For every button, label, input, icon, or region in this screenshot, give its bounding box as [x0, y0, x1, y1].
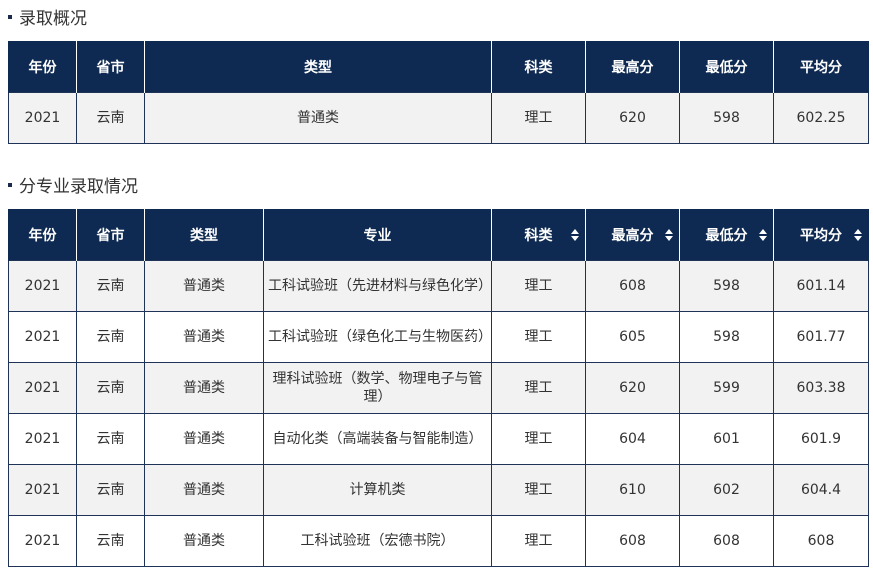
cell-min: 598 — [679, 260, 774, 312]
cell-min: 601 — [679, 413, 774, 465]
table-row: 2021 云南 普通类 工科试验班（宏德书院） 理工 608 608 608 — [8, 515, 869, 567]
summary-title-text: 录取概况 — [19, 9, 87, 29]
cell-subject: 理工 — [491, 260, 586, 312]
header-max-sortable[interactable]: 最高分 — [585, 209, 680, 261]
cell-type: 普通类 — [144, 413, 264, 465]
sort-icon[interactable] — [759, 228, 767, 241]
cell-major: 工科试验班（宏德书院） — [263, 515, 492, 567]
header-max-label: 最高分 — [611, 227, 654, 244]
cell-year: 2021 — [8, 464, 77, 516]
header-province: 省市 — [76, 209, 145, 261]
header-major: 专业 — [263, 209, 492, 261]
header-year: 年份 — [8, 209, 77, 261]
cell-year: 2021 — [8, 92, 77, 144]
cell-max: 620 — [585, 362, 680, 414]
cell-max: 620 — [585, 92, 680, 144]
header-subject-label: 科类 — [524, 227, 553, 244]
cell-subject: 理工 — [491, 515, 586, 567]
cell-subject: 理工 — [491, 464, 586, 516]
cell-max: 610 — [585, 464, 680, 516]
header-subject: 科类 — [491, 41, 586, 93]
sort-icon[interactable] — [854, 228, 862, 241]
summary-section-title: 录取概况 — [8, 4, 87, 29]
cell-major: 计算机类 — [263, 464, 492, 516]
header-max: 最高分 — [585, 41, 680, 93]
table-row: 2021 云南 普通类 工科试验班（绿色化工与生物医药） 理工 605 598 … — [8, 311, 869, 363]
header-avg: 平均分 — [773, 41, 869, 93]
header-type: 类型 — [144, 209, 264, 261]
cell-subject: 理工 — [491, 362, 586, 414]
cell-type: 普通类 — [144, 464, 264, 516]
cell-province: 云南 — [76, 92, 145, 144]
cell-max: 608 — [585, 515, 680, 567]
cell-province: 云南 — [76, 413, 145, 465]
table-row: 2021 云南 普通类 理科试验班（数学、物理电子与管理） 理工 620 599… — [8, 362, 869, 414]
cell-max: 604 — [585, 413, 680, 465]
sort-icon[interactable] — [665, 228, 673, 241]
majors-title-text: 分专业录取情况 — [19, 177, 138, 197]
cell-year: 2021 — [8, 260, 77, 312]
cell-year: 2021 — [8, 311, 77, 363]
cell-year: 2021 — [8, 515, 77, 567]
cell-province: 云南 — [76, 311, 145, 363]
cell-avg: 608 — [773, 515, 869, 567]
header-avg-sortable[interactable]: 平均分 — [773, 209, 869, 261]
header-min-label: 最低分 — [705, 227, 748, 244]
cell-type: 普通类 — [144, 515, 264, 567]
cell-subject: 理工 — [491, 311, 586, 363]
cell-min: 602 — [679, 464, 774, 516]
table-row: 2021 云南 普通类 自动化类（高端装备与智能制造） 理工 604 601 6… — [8, 413, 869, 465]
majors-table: 年份 省市 类型 专业 科类 最高分 最低分 平均分 2021 云南 普通类 工… — [8, 209, 869, 567]
table-row: 2021 云南 普通类 理工 620 598 602.25 — [8, 92, 869, 144]
cell-min: 608 — [679, 515, 774, 567]
cell-subject: 理工 — [491, 413, 586, 465]
header-province: 省市 — [76, 41, 145, 93]
header-avg-label: 平均分 — [800, 227, 842, 244]
cell-max: 605 — [585, 311, 680, 363]
header-year: 年份 — [8, 41, 77, 93]
cell-avg: 602.25 — [773, 92, 869, 144]
cell-year: 2021 — [8, 413, 77, 465]
cell-province: 云南 — [76, 260, 145, 312]
table-row: 2021 云南 普通类 工科试验班（先进材料与绿色化学） 理工 608 598 … — [8, 260, 869, 312]
cell-avg: 603.38 — [773, 362, 869, 414]
cell-avg: 601.14 — [773, 260, 869, 312]
cell-type: 普通类 — [144, 362, 264, 414]
cell-min: 598 — [679, 92, 774, 144]
cell-type: 普通类 — [144, 260, 264, 312]
header-min-sortable[interactable]: 最低分 — [679, 209, 774, 261]
cell-major: 工科试验班（先进材料与绿色化学） — [263, 260, 492, 312]
cell-min: 599 — [679, 362, 774, 414]
cell-year: 2021 — [8, 362, 77, 414]
cell-type: 普通类 — [144, 92, 492, 144]
cell-subject: 理工 — [491, 92, 586, 144]
header-type: 类型 — [144, 41, 492, 93]
majors-section-title: 分专业录取情况 — [8, 172, 138, 197]
majors-header-row: 年份 省市 类型 专业 科类 最高分 最低分 平均分 — [8, 209, 869, 261]
bullet-icon — [8, 182, 12, 187]
cell-major: 自动化类（高端装备与智能制造） — [263, 413, 492, 465]
cell-major: 理科试验班（数学、物理电子与管理） — [263, 362, 492, 414]
cell-max: 608 — [585, 260, 680, 312]
cell-avg: 601.77 — [773, 311, 869, 363]
bullet-icon — [8, 14, 12, 19]
summary-header-row: 年份 省市 类型 科类 最高分 最低分 平均分 — [8, 41, 869, 93]
cell-avg: 604.4 — [773, 464, 869, 516]
summary-table: 年份 省市 类型 科类 最高分 最低分 平均分 2021 云南 普通类 理工 6… — [8, 41, 869, 144]
cell-type: 普通类 — [144, 311, 264, 363]
cell-province: 云南 — [76, 515, 145, 567]
table-row: 2021 云南 普通类 计算机类 理工 610 602 604.4 — [8, 464, 869, 516]
cell-avg: 601.9 — [773, 413, 869, 465]
cell-min: 598 — [679, 311, 774, 363]
header-min: 最低分 — [679, 41, 774, 93]
cell-province: 云南 — [76, 362, 145, 414]
cell-major: 工科试验班（绿色化工与生物医药） — [263, 311, 492, 363]
cell-province: 云南 — [76, 464, 145, 516]
header-subject-sortable[interactable]: 科类 — [491, 209, 586, 261]
sort-icon[interactable] — [571, 228, 579, 241]
